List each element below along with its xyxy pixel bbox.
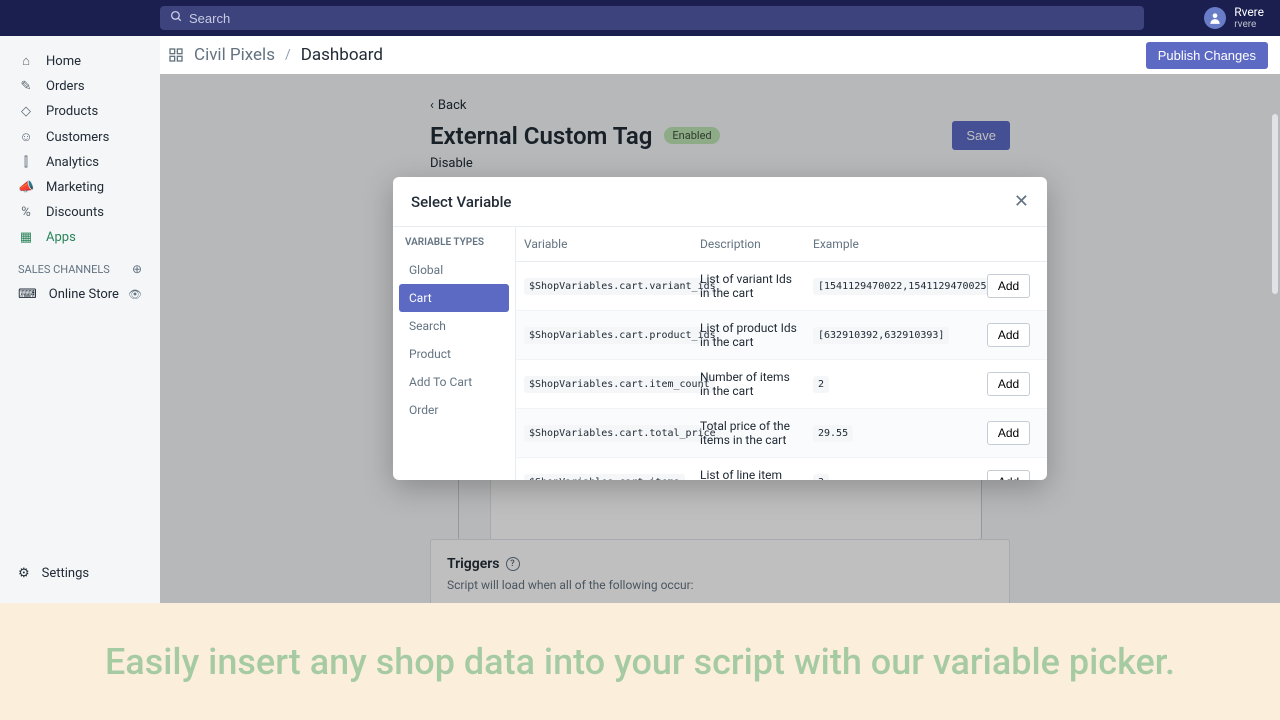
breadcrumb-page: Dashboard bbox=[301, 45, 383, 65]
analytics-icon: ⫿ bbox=[18, 155, 34, 170]
home-icon: ⌂ bbox=[18, 53, 34, 69]
table-row: $ShopVariables.cart.variant_idsList of v… bbox=[516, 262, 1047, 311]
variable-example: 29.55 bbox=[813, 425, 853, 442]
sidebar-item-online-store[interactable]: ⌨Online Store 👁 bbox=[0, 282, 160, 307]
sidebar-item-settings[interactable]: ⚙ Settings bbox=[0, 556, 160, 591]
account-menu[interactable]: Rvere rvere bbox=[1188, 6, 1264, 30]
account-sub: rvere bbox=[1234, 19, 1264, 30]
sidebar-item-products[interactable]: ◇Products bbox=[0, 99, 160, 124]
table-row: $ShopVariables.cart.total_priceTotal pri… bbox=[516, 409, 1047, 458]
modal-title: Select Variable bbox=[411, 193, 511, 211]
variable-type-add-to-cart[interactable]: Add To Cart bbox=[399, 368, 509, 396]
variable-example: [632910392,632910393] bbox=[813, 327, 949, 344]
add-button[interactable]: Add bbox=[987, 323, 1030, 347]
main: Civil Pixels / Dashboard Publish Changes… bbox=[160, 36, 1280, 603]
variable-types-panel: VARIABLE TYPES GlobalCartSearchProductAd… bbox=[393, 227, 516, 480]
breadcrumb: Civil Pixels / Dashboard bbox=[168, 45, 383, 65]
avatar bbox=[1204, 7, 1226, 29]
variables-table: Variable Description Example $ShopVariab… bbox=[516, 227, 1047, 480]
variable-type-product[interactable]: Product bbox=[399, 340, 509, 368]
column-description: Description bbox=[692, 227, 805, 261]
discounts-icon: % bbox=[18, 205, 34, 220]
add-button[interactable]: Add bbox=[987, 421, 1030, 445]
add-button[interactable]: Add bbox=[987, 470, 1030, 480]
search-icon bbox=[170, 10, 183, 27]
account-name: Rvere bbox=[1234, 6, 1264, 19]
variable-code: $ShopVariables.cart.item_count bbox=[524, 376, 715, 393]
variable-description: List of line item objects in the cart bbox=[692, 458, 805, 480]
apps-icon: ▦ bbox=[18, 230, 34, 245]
add-button[interactable]: Add bbox=[987, 372, 1030, 396]
add-channel-icon[interactable]: ⊕ bbox=[132, 262, 142, 276]
sidebar-item-apps[interactable]: ▦Apps bbox=[0, 225, 160, 250]
add-button[interactable]: Add bbox=[987, 274, 1030, 298]
topbar: Rvere rvere bbox=[0, 0, 1280, 36]
sidebar-item-customers[interactable]: ☺Customers bbox=[0, 124, 160, 150]
table-row: $ShopVariables.cart.product_idsList of p… bbox=[516, 311, 1047, 360]
sidebar-item-analytics[interactable]: ⫿Analytics bbox=[0, 150, 160, 175]
variable-description: Number of items in the cart bbox=[692, 360, 805, 408]
sidebar-item-orders[interactable]: ✎Orders bbox=[0, 74, 160, 99]
footer-banner: Easily insert any shop data into your sc… bbox=[0, 603, 1280, 720]
table-row: $ShopVariables.cart.items List of line it… bbox=[516, 458, 1047, 480]
account-text: Rvere rvere bbox=[1234, 6, 1264, 30]
sidebar-item-home[interactable]: ⌂Home bbox=[0, 48, 160, 74]
column-example: Example bbox=[805, 227, 970, 261]
publish-button[interactable]: Publish Changes bbox=[1146, 42, 1268, 69]
table-row: $ShopVariables.cart.item_countNumber of … bbox=[516, 360, 1047, 409]
column-variable: Variable bbox=[516, 227, 692, 261]
variable-description: List of product Ids in the cart bbox=[692, 311, 805, 359]
app-grid-icon bbox=[168, 47, 184, 63]
variable-types-label: VARIABLE TYPES bbox=[399, 235, 509, 256]
marketing-icon: 📣 bbox=[18, 180, 34, 195]
select-variable-modal: Select Variable ✕ VARIABLE TYPES GlobalC… bbox=[393, 177, 1047, 480]
variable-type-global[interactable]: Global bbox=[399, 256, 509, 284]
sidebar-item-discounts[interactable]: %Discounts bbox=[0, 200, 160, 225]
variable-type-search[interactable]: Search bbox=[399, 312, 509, 340]
variable-description: List of variant Ids in the cart bbox=[692, 262, 805, 310]
search-box[interactable] bbox=[160, 6, 1144, 30]
variable-code: $ShopVariables.cart.items bbox=[524, 474, 685, 481]
close-icon[interactable]: ✕ bbox=[1014, 191, 1029, 212]
customers-icon: ☺ bbox=[18, 129, 34, 145]
variable-example: 2 bbox=[813, 376, 829, 393]
sidebar-section-sales-channels: SALES CHANNELS ⊕ bbox=[0, 250, 160, 282]
variable-type-cart[interactable]: Cart bbox=[399, 284, 509, 312]
sidebar: ⌂Home✎Orders◇Products☺Customers⫿Analytic… bbox=[0, 36, 160, 603]
scrollbar[interactable] bbox=[1272, 114, 1278, 294]
breadcrumb-app[interactable]: Civil Pixels bbox=[194, 45, 275, 65]
eye-icon[interactable]: 👁 bbox=[128, 288, 142, 301]
store-icon: ⌨ bbox=[18, 287, 37, 302]
search-input[interactable] bbox=[189, 11, 1134, 26]
footer-text: Easily insert any shop data into your sc… bbox=[105, 641, 1175, 683]
breadcrumb-bar: Civil Pixels / Dashboard Publish Changes bbox=[160, 36, 1280, 74]
sidebar-item-marketing[interactable]: 📣Marketing bbox=[0, 175, 160, 200]
variable-type-order[interactable]: Order bbox=[399, 396, 509, 424]
gear-icon: ⚙ bbox=[18, 566, 30, 581]
products-icon: ◇ bbox=[18, 104, 34, 119]
orders-icon: ✎ bbox=[18, 79, 34, 94]
variable-description: Total price of the items in the cart bbox=[692, 409, 805, 457]
variable-example: 3 bbox=[813, 474, 829, 481]
